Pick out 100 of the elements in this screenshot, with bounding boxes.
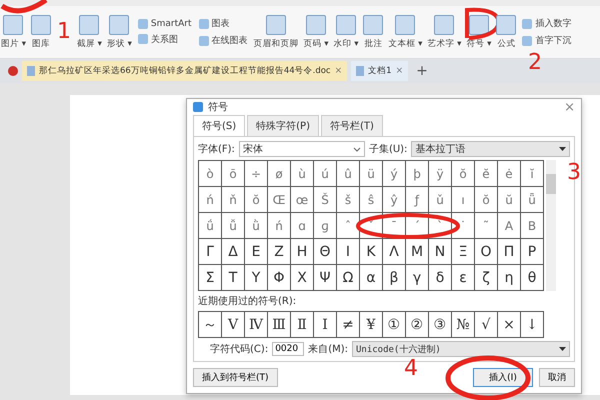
ribbon-button[interactable]: 关系图 — [136, 32, 180, 46]
symbol-cell[interactable]: ò — [199, 161, 222, 187]
symbol-cell[interactable]: ˋ — [429, 213, 452, 239]
symbol-cell[interactable]: ① — [383, 312, 406, 338]
symbol-cell[interactable]: ε — [452, 265, 475, 291]
symbol-cell[interactable]: Ο — [475, 239, 498, 265]
symbol-cell[interactable]: Γ — [199, 239, 222, 265]
symbol-cell[interactable]: Š — [314, 187, 337, 213]
close-tab-button[interactable]: × — [396, 66, 404, 76]
close-tab-button[interactable]: × — [334, 66, 342, 76]
ribbon-button[interactable]: 批注 — [362, 14, 384, 50]
symbol-cell[interactable]: Ⅱ — [291, 312, 314, 338]
symbol-cell[interactable]: √ — [475, 312, 498, 338]
symbol-cell[interactable]: Α — [498, 213, 521, 239]
ribbon-button[interactable]: 艺术字 ▾ — [426, 14, 462, 50]
symbol-cell[interactable]: δ — [429, 265, 452, 291]
symbol-cell[interactable]: α — [360, 265, 383, 291]
ribbon-button[interactable]: 文本框 ▾ — [387, 14, 424, 50]
ribbon-button[interactable]: 图表 — [196, 17, 232, 30]
new-tab-button[interactable]: + — [412, 63, 432, 79]
ribbon-button[interactable]: 在线图表 — [196, 34, 250, 47]
symbol-cell[interactable]: ĕ — [475, 161, 498, 187]
from-dropdown[interactable]: Unicode(十六进制) — [352, 341, 570, 357]
close-button[interactable]: × — [564, 100, 575, 114]
symbol-cell[interactable]: Ψ — [314, 265, 337, 291]
symbol-cell[interactable]: Ⅰ — [314, 312, 337, 338]
symbol-cell[interactable]: ǔ — [429, 187, 452, 213]
dialog-tab[interactable]: 符号(S) — [193, 115, 246, 136]
symbol-cell[interactable]: ǘ — [199, 213, 222, 239]
dialog-tab[interactable]: 特殊字符(P) — [247, 115, 319, 136]
symbol-cell[interactable]: Σ — [199, 265, 222, 291]
symbol-cell[interactable]: þ — [406, 161, 429, 187]
symbol-cell[interactable]: ˉ — [383, 213, 406, 239]
symbol-cell[interactable]: ˇ — [360, 213, 383, 239]
symbol-cell[interactable]: ～ — [199, 312, 222, 338]
symbol-cell[interactable]: Ι — [337, 239, 360, 265]
dialog-button[interactable]: 插入到符号栏(T) — [193, 368, 278, 387]
symbol-cell[interactable]: ù — [291, 161, 314, 187]
symbol-cell[interactable]: ˊ — [406, 213, 429, 239]
symbol-cell[interactable]: Φ — [268, 265, 291, 291]
symbol-cell[interactable]: ǖ — [521, 187, 544, 213]
symbol-cell[interactable]: Λ — [383, 239, 406, 265]
symbol-cell[interactable]: ≠ — [337, 312, 360, 338]
symbol-cell[interactable]: ŝ — [360, 187, 383, 213]
symbol-cell[interactable]: ˙ — [452, 213, 475, 239]
ribbon-button[interactable]: 插入数字 — [520, 17, 574, 30]
symbol-cell[interactable]: Π — [498, 239, 521, 265]
ribbon-button[interactable]: 页码 ▾ — [302, 14, 330, 50]
symbol-cell[interactable]: ĭ — [521, 161, 544, 187]
symbol-cell[interactable]: ŏ — [245, 187, 268, 213]
symbol-cell[interactable]: ③ — [429, 312, 452, 338]
symbol-cell[interactable]: ¥ — [360, 312, 383, 338]
symbol-cell[interactable]: ń — [268, 213, 291, 239]
symbol-cell[interactable]: ō — [222, 161, 245, 187]
symbol-cell[interactable]: Ε — [245, 239, 268, 265]
symbol-cell[interactable]: Ⅴ — [222, 312, 245, 338]
symbol-cell[interactable]: Η — [291, 239, 314, 265]
symbol-cell[interactable]: Μ — [406, 239, 429, 265]
symbol-cell[interactable]: ń — [199, 187, 222, 213]
symbol-cell[interactable]: ü — [360, 161, 383, 187]
symbol-cell[interactable]: Θ — [314, 239, 337, 265]
ribbon-button[interactable]: 页眉和页脚 — [252, 14, 300, 50]
symbol-cell[interactable]: û — [337, 161, 360, 187]
symbol-cell[interactable]: ÷ — [245, 161, 268, 187]
ribbon-button[interactable]: 图库 — [30, 14, 52, 50]
char-code-field[interactable]: 0020 — [272, 342, 304, 356]
symbol-cell[interactable]: Β — [521, 213, 544, 239]
ribbon-button[interactable]: SmartArt — [136, 18, 194, 28]
symbol-cell[interactable]: ˜ — [475, 213, 498, 239]
symbol-cell[interactable]: Δ — [222, 239, 245, 265]
dialog-button[interactable]: 插入(I) — [473, 368, 533, 387]
symbol-cell[interactable]: θ — [521, 265, 544, 291]
ribbon-button[interactable]: 图片 ▾ — [0, 14, 27, 50]
dialog-button[interactable]: 取消 — [539, 368, 575, 387]
symbol-cell[interactable]: Ξ — [452, 239, 475, 265]
dialog-tab[interactable]: 符号栏(T) — [321, 115, 383, 136]
ribbon-button[interactable]: 形状 ▾ — [106, 14, 133, 50]
symbol-cell[interactable]: ˆ — [337, 213, 360, 239]
symbol-cell[interactable]: ζ — [475, 265, 498, 291]
symbol-cell[interactable]: Ⅳ — [245, 312, 268, 338]
symbol-cell[interactable]: ƒ — [406, 187, 429, 213]
ribbon-button[interactable]: 符号 ▾ — [465, 14, 492, 50]
symbol-cell[interactable]: ý — [383, 161, 406, 187]
symbol-cell[interactable]: Ω — [337, 265, 360, 291]
symbol-cell[interactable]: ɑ — [291, 213, 314, 239]
symbol-cell[interactable]: ň — [222, 187, 245, 213]
ribbon-button[interactable]: 截屏 ▾ — [76, 14, 103, 50]
symbol-cell[interactable]: η — [498, 265, 521, 291]
symbol-cell[interactable]: ÿ — [429, 161, 452, 187]
symbol-cell[interactable]: œ — [291, 187, 314, 213]
symbol-cell[interactable]: № — [452, 312, 475, 338]
document-tab[interactable]: 那仁乌拉矿区年采选66万吨铜铅锌多金属矿建设工程节能报告44号令.doc × — [22, 61, 348, 81]
symbol-cell[interactable]: Ζ — [268, 239, 291, 265]
subset-dropdown[interactable]: 基本拉丁语 — [411, 141, 570, 157]
symbol-cell[interactable]: Χ — [291, 265, 314, 291]
document-tab[interactable]: 文档1 × — [351, 61, 408, 81]
symbol-cell[interactable]: ė — [498, 161, 521, 187]
symbol-cell[interactable]: Ⅲ — [268, 312, 291, 338]
symbol-cell[interactable]: ŏ — [475, 187, 498, 213]
ribbon-button[interactable]: 首字下沉 — [520, 34, 574, 47]
